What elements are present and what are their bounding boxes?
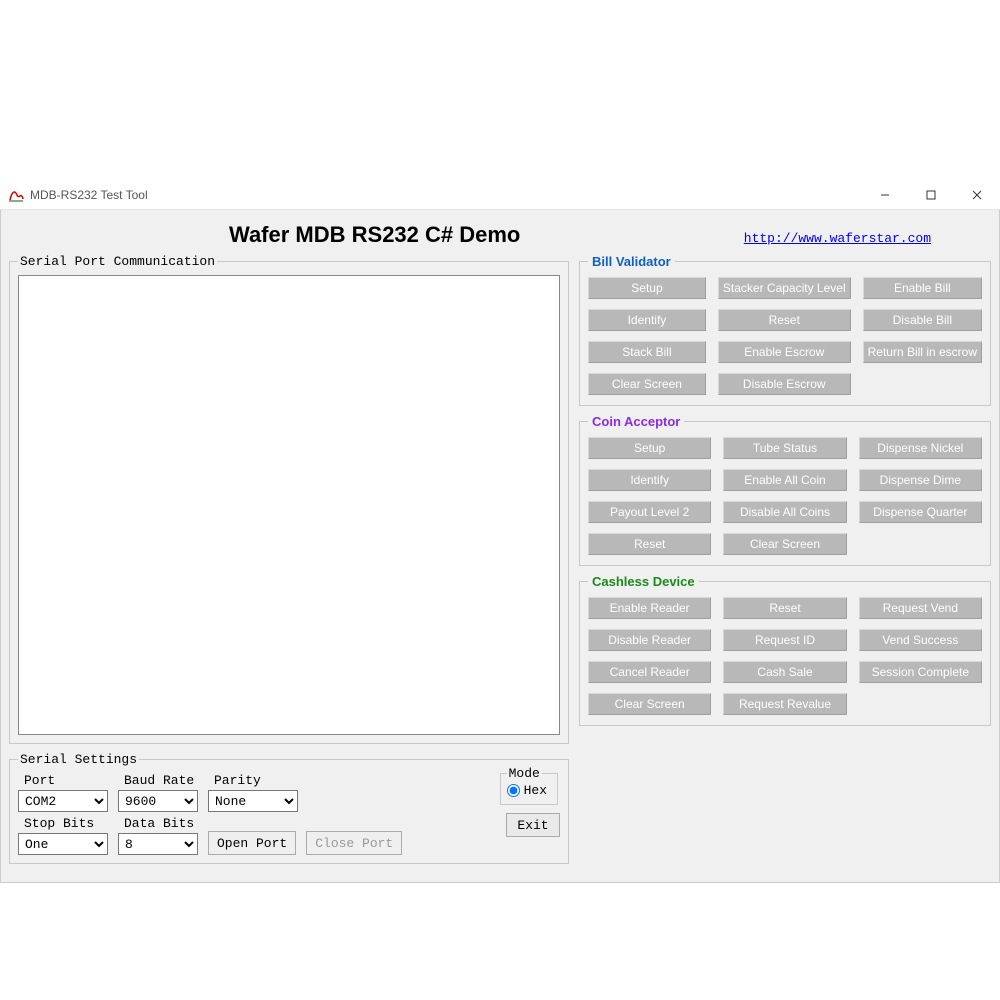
cashless-cash-sale-button[interactable]: Cash Sale [723, 661, 846, 683]
bill-disable-button[interactable]: Disable Bill [863, 309, 982, 331]
titlebar: MDB-RS232 Test Tool [0, 180, 1000, 210]
bill-stack-button[interactable]: Stack Bill [588, 341, 706, 363]
serial-settings-legend: Serial Settings [18, 752, 139, 767]
cashless-request-id-button[interactable]: Request ID [723, 629, 846, 651]
maximize-button[interactable] [908, 180, 954, 209]
cashless-request-revalue-button[interactable]: Request Revalue [723, 693, 846, 715]
serial-comm-legend: Serial Port Communication [18, 254, 217, 269]
app-heading: Wafer MDB RS232 C# Demo [229, 222, 520, 248]
stopbits-label: Stop Bits [24, 816, 108, 831]
exit-button[interactable]: Exit [506, 813, 560, 837]
serial-comm-group: Serial Port Communication [9, 254, 569, 744]
bill-return-escrow-button[interactable]: Return Bill in escrow [863, 341, 982, 363]
cashless-clear-button[interactable]: Clear Screen [588, 693, 711, 715]
bill-reset-button[interactable]: Reset [718, 309, 851, 331]
cashless-device-group: Cashless Device Enable Reader Reset Requ… [579, 574, 991, 726]
serial-settings-group: Serial Settings Port COM2 Baud Rate 96 [9, 752, 569, 864]
databits-select[interactable]: 8 [118, 833, 198, 855]
cashless-reset-button[interactable]: Reset [723, 597, 846, 619]
minimize-button[interactable] [862, 180, 908, 209]
mode-hex-label: Hex [524, 783, 547, 798]
bill-setup-button[interactable]: Setup [588, 277, 706, 299]
coin-tube-button[interactable]: Tube Status [723, 437, 846, 459]
coin-setup-button[interactable]: Setup [588, 437, 711, 459]
coin-identify-button[interactable]: Identify [588, 469, 711, 491]
website-link[interactable]: http://www.waferstar.com [744, 231, 931, 246]
coin-acceptor-group: Coin Acceptor Setup Tube Status Dispense… [579, 414, 991, 566]
bill-stacker-button[interactable]: Stacker Capacity Level [718, 277, 851, 299]
close-port-button[interactable]: Close Port [306, 831, 402, 855]
baud-select[interactable]: 9600 [118, 790, 198, 812]
bill-identify-button[interactable]: Identify [588, 309, 706, 331]
port-label: Port [24, 773, 108, 788]
bill-validator-legend: Bill Validator [588, 254, 675, 269]
coin-enable-all-button[interactable]: Enable All Coin [723, 469, 846, 491]
cashless-session-complete-button[interactable]: Session Complete [859, 661, 982, 683]
coin-quarter-button[interactable]: Dispense Quarter [859, 501, 982, 523]
coin-nickel-button[interactable]: Dispense Nickel [859, 437, 982, 459]
mode-group: Mode Hex [500, 773, 558, 805]
cashless-device-legend: Cashless Device [588, 574, 699, 589]
bill-disable-escrow-button[interactable]: Disable Escrow [718, 373, 851, 395]
coin-payout2-button[interactable]: Payout Level 2 [588, 501, 711, 523]
cashless-disable-button[interactable]: Disable Reader [588, 629, 711, 651]
bill-enable-button[interactable]: Enable Bill [863, 277, 982, 299]
serial-comm-output[interactable] [18, 275, 560, 735]
bill-clear-button[interactable]: Clear Screen [588, 373, 706, 395]
cashless-vend-success-button[interactable]: Vend Success [859, 629, 982, 651]
coin-clear-button[interactable]: Clear Screen [723, 533, 846, 555]
stopbits-select[interactable]: One [18, 833, 108, 855]
parity-label: Parity [214, 773, 298, 788]
parity-select[interactable]: None [208, 790, 298, 812]
baud-label: Baud Rate [124, 773, 198, 788]
coin-disable-all-button[interactable]: Disable All Coins [723, 501, 846, 523]
cashless-cancel-button[interactable]: Cancel Reader [588, 661, 711, 683]
app-icon [8, 187, 24, 203]
port-select[interactable]: COM2 [18, 790, 108, 812]
coin-reset-button[interactable]: Reset [588, 533, 711, 555]
mode-hex-radio[interactable] [507, 784, 520, 797]
cashless-enable-button[interactable]: Enable Reader [588, 597, 711, 619]
cashless-request-vend-button[interactable]: Request Vend [859, 597, 982, 619]
coin-dime-button[interactable]: Dispense Dime [859, 469, 982, 491]
coin-acceptor-legend: Coin Acceptor [588, 414, 684, 429]
bill-validator-group: Bill Validator Setup Stacker Capacity Le… [579, 254, 991, 406]
databits-label: Data Bits [124, 816, 198, 831]
mode-legend: Mode [507, 766, 542, 781]
bill-enable-escrow-button[interactable]: Enable Escrow [718, 341, 851, 363]
open-port-button[interactable]: Open Port [208, 831, 296, 855]
close-button[interactable] [954, 180, 1000, 209]
window-title: MDB-RS232 Test Tool [30, 188, 862, 202]
